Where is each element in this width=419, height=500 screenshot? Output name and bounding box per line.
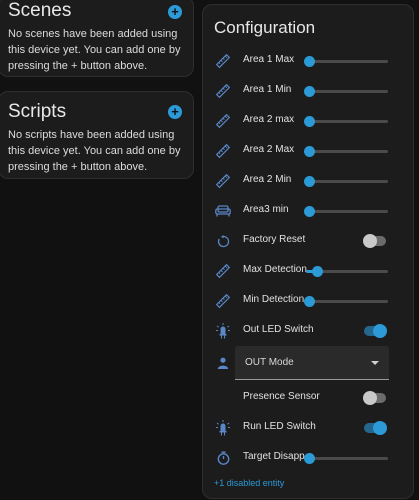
factory-reset-toggle[interactable] [363,234,387,248]
slider-handle[interactable] [304,296,315,307]
config-row-label: Area3 min [243,204,289,215]
configuration-title: Configuration [214,18,316,37]
scenes-title: Scenes [8,0,72,21]
toggle-thumb [363,234,377,248]
slider-handle[interactable] [304,206,315,217]
slider-handle[interactable] [304,146,315,157]
slider-handle[interactable] [304,56,315,67]
ruler-icon [214,292,232,310]
restart-icon [214,232,232,250]
disabled-entity-link[interactable]: +1 disabled entity [214,478,284,488]
config-row-area-2-max: Area 2 Max [203,136,415,166]
chevron-down-icon[interactable] [371,361,379,365]
area-2-min-slider[interactable] [304,176,388,187]
sofa-icon [214,202,232,220]
select-value: OUT Mode [245,357,294,368]
led-icon [214,419,232,437]
scripts-empty-text: No scripts have been added using this de… [8,129,181,173]
scripts-card: Scripts + No scripts have been added usi… [0,91,194,179]
config-row-label: Target Disapp... [243,451,314,462]
config-row-label: Area 2 Max [243,144,295,155]
led-icon [214,322,232,340]
out-led-switch-toggle[interactable] [363,324,387,338]
presence-sensor-toggle[interactable] [363,391,387,405]
config-row-run-led-switch: Run LED Switch [203,413,415,443]
scenes-empty-text: No scenes have been added using this dev… [8,28,181,72]
configuration-card: Configuration Area 1 Max Area 1 Min Area 2… [202,4,414,499]
ruler-icon [214,112,232,130]
config-row-min-detection: Min Detection... [203,286,415,316]
target-disapp-slider[interactable] [304,453,388,464]
person-icon [214,354,232,372]
ruler-icon [214,82,232,100]
config-row-out-mode: OUT Mode [203,344,415,382]
area3-min-slider[interactable] [304,206,388,217]
timer-icon [214,449,232,467]
toggle-thumb [363,391,377,405]
ruler-icon [214,172,232,190]
slider-handle[interactable] [304,453,315,464]
config-row-label: Presence Sensor [243,391,320,402]
config-row-out-led-switch: Out LED Switch [203,316,415,346]
config-row-area-1-min: Area 1 Min [203,76,415,106]
add-scene-button[interactable]: + [168,5,182,19]
config-row-label: Out LED Switch [243,324,314,335]
max-detection-slider[interactable] [306,266,388,277]
run-led-switch-toggle[interactable] [363,421,387,435]
config-row-area-2-max: Area 2 max [203,106,415,136]
toggle-thumb [373,421,387,435]
config-row-label: Max Detection... [243,264,316,275]
config-row-presence-sensor: Presence Sensor [203,383,415,413]
area-2-max-slider[interactable] [304,146,388,157]
slider-handle[interactable] [304,116,315,127]
ruler-icon [214,142,232,160]
config-row-label: Area 2 max [243,114,295,125]
slider-handle[interactable] [304,176,315,187]
config-row-max-detection: Max Detection... [203,256,415,286]
config-row-area-1-max: Area 1 Max [203,46,415,76]
config-row-label: Factory Reset [243,234,306,245]
config-row-label: Area 1 Min [243,84,292,95]
add-script-button[interactable]: + [168,105,182,119]
out-mode-select[interactable]: OUT Mode [235,346,389,380]
config-row-label: Run LED Switch [243,421,316,432]
slider-handle[interactable] [312,266,323,277]
config-row-target-disapp: Target Disapp... [203,443,415,473]
scenes-card: Scenes + No scenes have been added using… [0,0,194,77]
config-row-label: Area 1 Max [243,54,295,65]
area-1-max-slider[interactable] [304,56,388,67]
ruler-icon [214,262,232,280]
slider-handle[interactable] [304,86,315,97]
ruler-icon [214,52,232,70]
scripts-title: Scripts [8,101,67,122]
config-row-area-2-min: Area 2 Min [203,166,415,196]
toggle-thumb [373,324,387,338]
config-row-area3-min: Area3 min [203,196,415,226]
config-row-factory-reset: Factory Reset [203,226,415,256]
config-row-label: Area 2 Min [243,174,292,185]
area-1-min-slider[interactable] [304,86,388,97]
area-2-max-slider[interactable] [304,116,388,127]
config-row-label: Min Detection... [243,294,313,305]
min-detection-slider[interactable] [304,296,388,307]
